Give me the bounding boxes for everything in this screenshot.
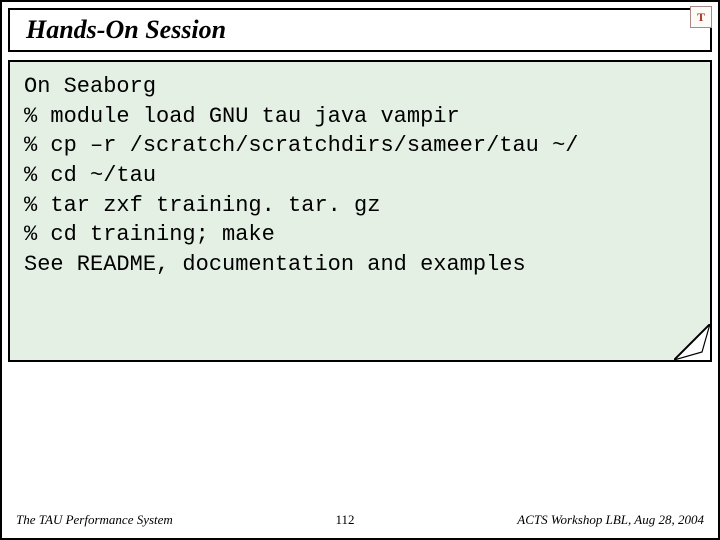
code-block: On Seaborg % module load GNU tau java va… — [24, 72, 696, 280]
footer: The TAU Performance System 112 ACTS Work… — [16, 512, 704, 528]
footer-right: ACTS Workshop LBL, Aug 28, 2004 — [517, 512, 704, 528]
code-line: % cd training; make — [24, 222, 275, 247]
code-panel: On Seaborg % module load GNU tau java va… — [8, 60, 712, 362]
code-line: See README, documentation and examples — [24, 252, 526, 277]
logo-letter: T — [697, 10, 705, 25]
logo-badge: T — [690, 6, 712, 28]
code-line: % cp –r /scratch/scratchdirs/sameer/tau … — [24, 133, 579, 158]
code-line: On Seaborg — [24, 74, 156, 99]
page-fold-corner — [674, 324, 710, 360]
slide-title: Hands-On Session — [26, 15, 226, 45]
code-line: % cd ~/tau — [24, 163, 156, 188]
code-line: % tar zxf training. tar. gz — [24, 193, 380, 218]
code-line: % module load GNU tau java vampir — [24, 104, 460, 129]
footer-left: The TAU Performance System — [16, 512, 173, 528]
slide: Hands-On Session T On Seaborg % module l… — [0, 0, 720, 540]
title-bar: Hands-On Session — [8, 8, 712, 52]
page-number: 112 — [336, 512, 355, 528]
